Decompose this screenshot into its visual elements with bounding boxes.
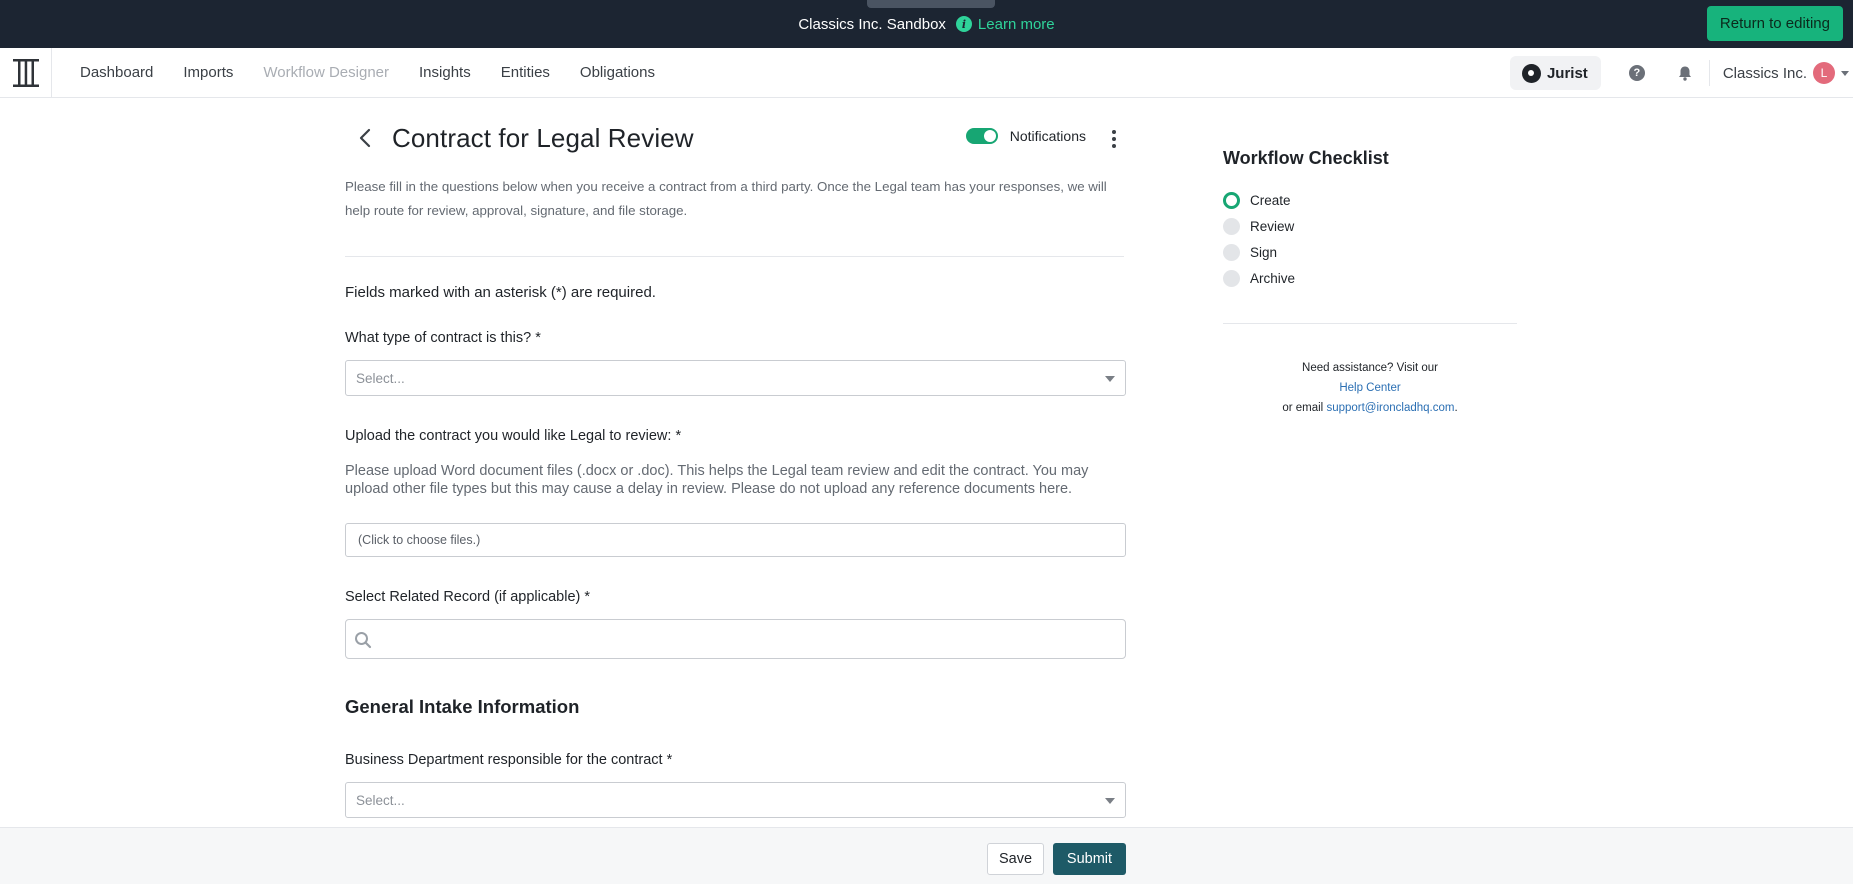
contract-type-placeholder: Select...: [356, 370, 405, 386]
step-archive: Archive: [1223, 265, 1517, 291]
top-nav: Dashboard Imports Workflow Designer Insi…: [0, 47, 1853, 98]
help-icon: ?: [1628, 65, 1645, 81]
notifications-label: Notifications: [1009, 128, 1086, 144]
back-button[interactable]: [351, 124, 379, 152]
step-sign: Sign: [1223, 239, 1517, 265]
contract-type-select[interactable]: Select...: [345, 360, 1126, 396]
section-general-intake: General Intake Information: [345, 696, 580, 717]
step-create: Create: [1223, 187, 1517, 213]
chevron-left-icon: [359, 128, 371, 148]
nav-item-workflow-designer[interactable]: Workflow Designer: [248, 64, 404, 81]
step-label: Create: [1250, 192, 1291, 208]
avatar: L: [1813, 62, 1835, 84]
assist-or-email: or email: [1282, 402, 1324, 414]
file-upload-input[interactable]: (Click to choose files.): [345, 523, 1126, 557]
upload-help-text: Please upload Word document files (.docx…: [345, 463, 1089, 497]
checklist-divider: [1223, 323, 1517, 324]
nav-items: Dashboard Imports Workflow Designer Insi…: [65, 64, 670, 81]
notifications-setting: Notifications: [965, 128, 1086, 144]
dropdown-arrow-icon: [1105, 798, 1115, 804]
workflow-checklist: Workflow Checklist Create Review Sign Ar…: [1223, 148, 1517, 414]
nav-right: Jurist ? Classics Inc. L: [1509, 48, 1853, 98]
nav-item-dashboard[interactable]: Dashboard: [65, 64, 168, 81]
contract-type-label: What type of contract is this? *: [345, 330, 541, 346]
help-button[interactable]: ?: [1613, 48, 1661, 98]
sandbox-title: Classics Inc. Sandbox: [798, 15, 946, 33]
nav-item-entities[interactable]: Entities: [486, 64, 565, 81]
return-to-editing-button[interactable]: Return to editing: [1706, 6, 1843, 41]
department-select[interactable]: Select...: [345, 782, 1126, 818]
sandbox-banner: Classics Inc. Sandbox i Learn more Retur…: [0, 0, 1853, 48]
jurist-icon: [1521, 63, 1541, 83]
related-record-label: Select Related Record (if applicable) *: [345, 589, 591, 605]
learn-more-label: Learn more: [977, 15, 1055, 33]
learn-more-link[interactable]: i Learn more: [955, 15, 1055, 33]
more-options-icon[interactable]: [1112, 130, 1116, 148]
checklist-title: Workflow Checklist: [1223, 148, 1389, 168]
required-note: Fields marked with an asterisk (*) are r…: [345, 284, 656, 301]
nav-item-imports[interactable]: Imports: [168, 64, 248, 81]
submit-button[interactable]: Submit: [1053, 843, 1126, 875]
checklist-steps: Create Review Sign Archive: [1223, 187, 1517, 291]
form-footer: Save Submit: [0, 827, 1853, 884]
upload-label: Upload the contract you would like Legal…: [345, 428, 682, 444]
assistance-text: Need assistance? Visit our Help Center o…: [1223, 358, 1517, 418]
app-logo-icon[interactable]: [0, 47, 52, 98]
notifications-toggle[interactable]: [965, 128, 998, 144]
bell-icon: [1678, 66, 1691, 81]
org-switcher[interactable]: Classics Inc. L: [1710, 62, 1853, 84]
jurist-button[interactable]: Jurist: [1509, 56, 1601, 90]
info-icon: i: [955, 16, 972, 32]
step-label: Review: [1250, 218, 1295, 234]
form-intro: Please fill in the questions below when …: [345, 179, 1107, 218]
nav-item-insights[interactable]: Insights: [404, 64, 486, 81]
help-center-link[interactable]: Help Center: [1339, 382, 1400, 394]
step-review: Review: [1223, 213, 1517, 239]
related-record-search-input[interactable]: [345, 619, 1126, 659]
department-placeholder: Select...: [356, 792, 405, 808]
save-button[interactable]: Save: [987, 843, 1044, 875]
form-header: Contract for Legal Review Notifications: [345, 118, 1126, 158]
dropdown-arrow-icon: [1105, 376, 1115, 382]
step-pending-icon: [1223, 217, 1240, 235]
file-upload-placeholder: (Click to choose files.): [358, 533, 481, 547]
assist-line: Need assistance? Visit our: [1302, 362, 1438, 374]
divider: [345, 256, 1124, 257]
assist-period: .: [1454, 402, 1458, 414]
step-label: Archive: [1250, 270, 1296, 286]
department-label: Business Department responsible for the …: [345, 752, 673, 768]
notifications-button[interactable]: [1661, 48, 1709, 98]
step-label: Sign: [1250, 244, 1278, 260]
banner-tab-stub: [867, 0, 995, 8]
search-icon: [355, 632, 372, 649]
chevron-down-icon: [1841, 70, 1849, 76]
org-name: Classics Inc.: [1722, 64, 1807, 82]
step-pending-icon: [1223, 243, 1240, 261]
support-email-link[interactable]: support@ironcladhq.com: [1326, 402, 1454, 414]
step-active-icon: [1223, 191, 1240, 209]
jurist-label: Jurist: [1546, 64, 1588, 82]
step-pending-icon: [1223, 269, 1240, 287]
page-title: Contract for Legal Review: [392, 122, 694, 153]
nav-item-obligations[interactable]: Obligations: [565, 64, 670, 81]
